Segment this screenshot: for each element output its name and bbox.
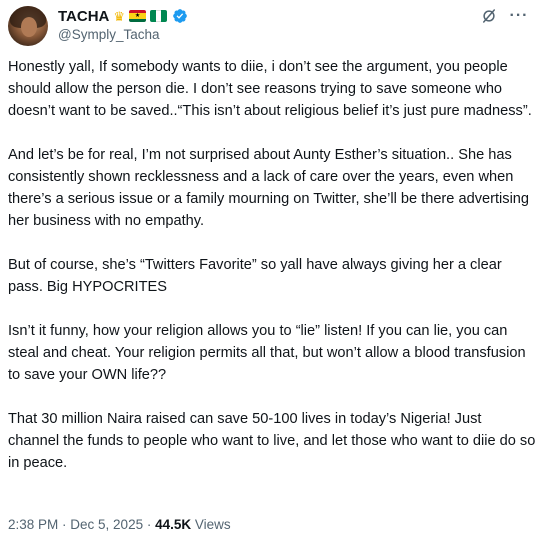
tweet-date[interactable]: Dec 5, 2025 xyxy=(70,517,143,532)
verified-badge-icon xyxy=(173,9,187,23)
tweet-paragraph: Isn’t it funny, how your religion allows… xyxy=(8,323,530,383)
nigeria-flag-icon xyxy=(150,10,168,22)
views-count[interactable]: 44.5K xyxy=(155,517,191,532)
grok-icon[interactable] xyxy=(479,6,499,26)
avatar[interactable] xyxy=(8,6,48,46)
tweet-paragraph: And let’s be for real, I’m not surprised… xyxy=(8,147,534,229)
author-display-name[interactable]: TACHA xyxy=(58,8,109,25)
tweet-card: TACHA ♛ ★ @Symply_Tacha ··· Honestly yal… xyxy=(0,0,541,539)
tweet-paragraph: But of course, she’s “Twitters Favorite”… xyxy=(8,257,506,295)
more-options-icon[interactable]: ··· xyxy=(509,6,529,26)
author-name-row[interactable]: TACHA ♛ ★ xyxy=(58,7,188,25)
tweet-header: TACHA ♛ ★ @Symply_Tacha ··· xyxy=(8,6,533,46)
tweet-meta: 2:38 PM · Dec 5, 2025 · 44.5K Views xyxy=(8,517,231,532)
views-label: Views xyxy=(191,517,231,532)
avatar-face xyxy=(21,17,37,37)
meta-separator: · xyxy=(58,517,71,532)
crown-icon: ♛ xyxy=(113,8,126,24)
tweet-time[interactable]: 2:38 PM xyxy=(8,517,58,532)
ghana-flag-icon: ★ xyxy=(129,10,147,22)
meta-separator: · xyxy=(143,517,156,532)
tweet-paragraph: Honestly yall, If somebody wants to diie… xyxy=(8,59,532,119)
author-handle[interactable]: @Symply_Tacha xyxy=(58,27,160,42)
tweet-text: Honestly yall, If somebody wants to diie… xyxy=(8,56,536,474)
tweet-paragraph: That 30 million Naira raised can save 50… xyxy=(8,411,540,471)
header-actions: ··· xyxy=(479,6,529,26)
